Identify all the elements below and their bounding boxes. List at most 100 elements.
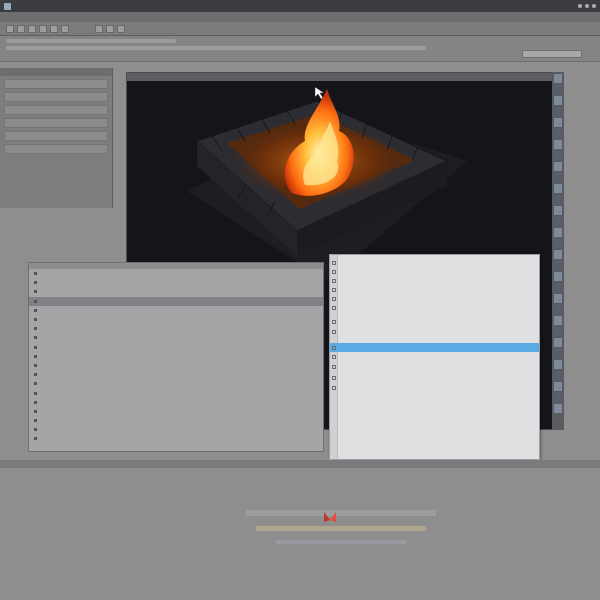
panel-row[interactable] [4,131,108,141]
checkbox-icon [332,305,336,310]
strip-swatch[interactable] [554,118,562,127]
panel-row[interactable] [4,118,108,128]
search-input[interactable] [522,50,582,58]
checkbox-icon [332,260,336,265]
strip-swatch[interactable] [554,206,562,215]
strip-swatch[interactable] [554,239,562,248]
minimize-icon[interactable] [578,4,582,8]
strip-swatch[interactable] [554,96,562,105]
checkbox-icon [332,329,336,334]
code-line[interactable] [29,306,323,315]
checkbox-icon [332,278,336,283]
code-line[interactable] [29,343,323,352]
code-line[interactable] [29,416,323,425]
strip-swatch[interactable] [554,74,562,83]
menu-item[interactable] [330,276,539,285]
strip-swatch[interactable] [554,393,562,402]
bullet-icon [34,363,37,367]
strip-swatch[interactable] [554,228,562,237]
bullet-icon [34,428,37,432]
code-line[interactable] [29,379,323,388]
strip-swatch[interactable] [554,283,562,292]
panel-row[interactable] [4,79,108,89]
strip-swatch[interactable] [554,338,562,347]
menu-item-highlighted[interactable] [330,343,539,352]
strip-swatch[interactable] [554,250,562,259]
menu-item[interactable] [330,362,539,371]
code-line[interactable] [29,352,323,361]
strip-swatch[interactable] [554,107,562,116]
strip-swatch[interactable] [554,261,562,270]
menu-item[interactable] [330,317,539,326]
strip-swatch[interactable] [554,327,562,336]
menu-bar [0,12,600,22]
strip-swatch[interactable] [554,173,562,182]
strip-swatch[interactable] [554,360,562,369]
code-line[interactable] [29,370,323,379]
toolbar-button[interactable] [39,24,47,33]
toolbar-strip [6,46,426,50]
menu-item[interactable] [330,258,539,267]
strip-swatch[interactable] [554,294,562,303]
panel-row[interactable] [4,92,108,102]
toolbar-button[interactable] [106,24,114,33]
toolbar-button[interactable] [61,24,69,33]
strip-swatch[interactable] [554,404,562,413]
code-line[interactable] [29,388,323,397]
strip-swatch[interactable] [554,371,562,380]
menu-item[interactable] [330,294,539,303]
strip-swatch[interactable] [554,316,562,325]
code-line[interactable] [29,407,323,416]
strip-swatch[interactable] [554,129,562,138]
strip-swatch[interactable] [554,85,562,94]
strip-swatch[interactable] [554,305,562,314]
script-panel [28,262,324,452]
strip-swatch[interactable] [554,217,562,226]
checkbox-icon [332,345,336,350]
toolbar-button[interactable] [6,24,14,33]
strip-swatch[interactable] [554,195,562,204]
checkbox-icon [332,287,336,292]
toolbar-button[interactable] [50,24,58,33]
panel-row[interactable] [4,105,108,115]
toolbar-button[interactable] [95,24,103,33]
toolbar-button[interactable] [17,24,25,33]
menu-item[interactable] [330,303,539,312]
menu-item[interactable] [330,383,539,392]
code-line[interactable] [29,269,323,278]
strip-swatch[interactable] [554,382,562,391]
strip-swatch[interactable] [554,184,562,193]
code-line[interactable] [29,434,323,443]
code-line[interactable] [29,315,323,324]
maximize-icon[interactable] [585,4,589,8]
bullet-icon [34,409,37,413]
app-icon [4,2,11,10]
code-line[interactable] [29,324,323,333]
strip-swatch[interactable] [554,140,562,149]
code-line-selected[interactable] [29,296,323,306]
menu-item[interactable] [330,352,539,361]
bullet-icon [34,318,37,322]
code-line[interactable] [29,287,323,296]
checkbox-icon [332,385,336,390]
bullet-icon [34,382,37,386]
close-icon[interactable] [592,4,596,8]
toolbar-button[interactable] [28,24,36,33]
code-line[interactable] [29,361,323,370]
menu-item[interactable] [330,285,539,294]
code-line[interactable] [29,333,323,342]
strip-swatch[interactable] [554,151,562,160]
menu-item[interactable] [330,267,539,276]
toolbar-button[interactable] [117,24,125,33]
code-line[interactable] [29,398,323,407]
strip-swatch[interactable] [554,349,562,358]
menu-item[interactable] [330,327,539,336]
code-line[interactable] [29,425,323,434]
transform-gizmo [246,510,436,544]
code-line[interactable] [29,278,323,287]
menu-item[interactable] [330,373,539,382]
bullet-icon [34,327,37,331]
panel-row[interactable] [4,144,108,154]
strip-swatch[interactable] [554,272,562,281]
strip-swatch[interactable] [554,162,562,171]
